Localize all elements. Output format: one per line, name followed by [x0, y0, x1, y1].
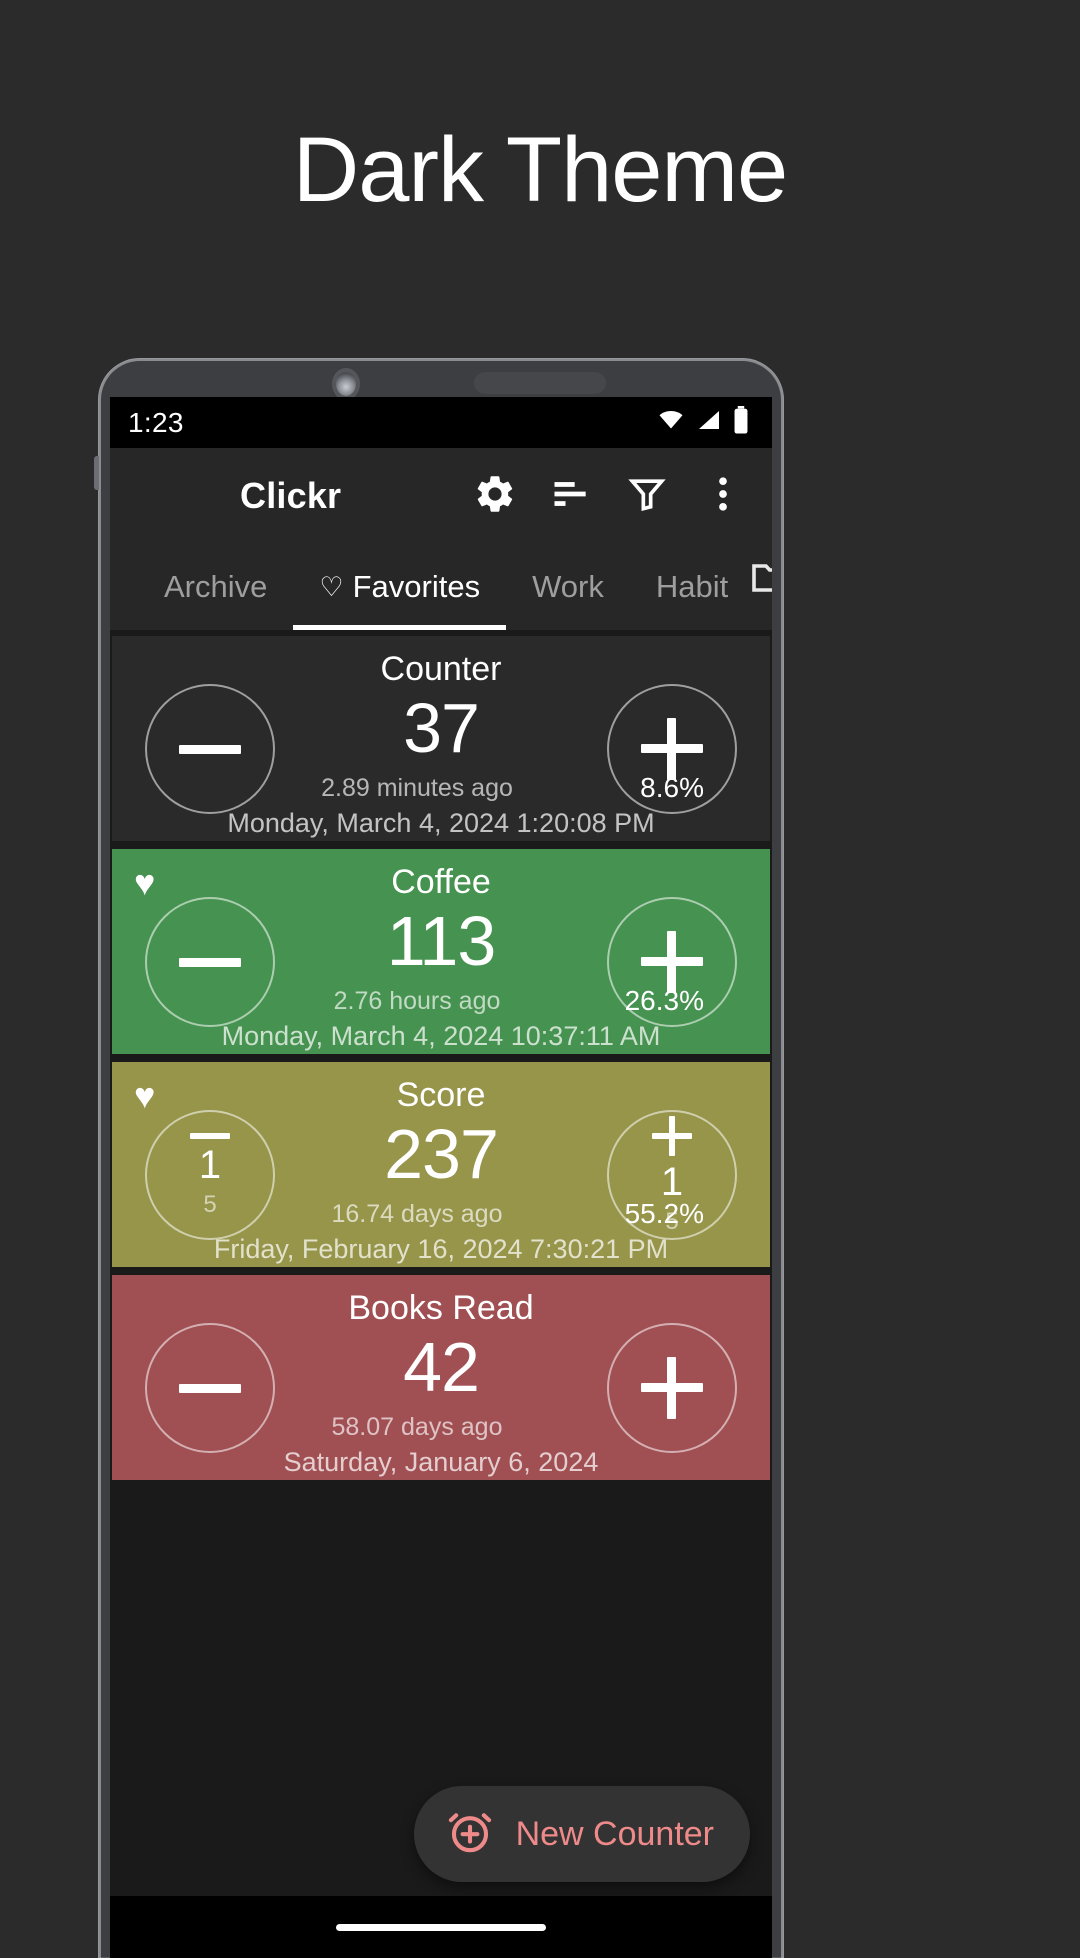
filter-button[interactable]: [624, 473, 670, 519]
sort-icon: [549, 472, 593, 521]
counter-title: Books Read: [348, 1289, 534, 1327]
new-counter-label: New Counter: [515, 1814, 714, 1853]
overflow-menu-button[interactable]: [700, 473, 746, 519]
counter-value: 37: [403, 689, 480, 767]
new-counter-fab[interactable]: New Counter: [413, 1786, 750, 1882]
alarm-plus-icon: [444, 1806, 496, 1863]
counter-elapsed: 16.74 days ago: [331, 1200, 503, 1228]
earpiece-speaker: [474, 372, 606, 394]
phone-side-button: [94, 456, 99, 490]
tab-label: Work: [532, 569, 604, 604]
counter-date: Monday, March 4, 2024 10:37:11 AM: [221, 1021, 661, 1051]
step-size-secondary: 5: [203, 1191, 217, 1218]
counter-card-score[interactable]: ♥ 1 5 1 5 Score 237 16.74 days ago 55.2%…: [112, 1062, 770, 1267]
page-title: Dark Theme: [292, 119, 788, 221]
counter-date: Friday, February 16, 2024 7:30:21 PM: [213, 1234, 669, 1264]
app-bar-actions: [472, 473, 760, 519]
counter-percent: 55.2%: [624, 1198, 704, 1229]
tab-bar: Archive ♡ Favorites Work Habit: [110, 544, 772, 630]
phone-screen: 1:23 Clickr Archive ♡ Favorites Work Hab…: [110, 397, 772, 1958]
cellular-signal-icon: [695, 408, 723, 437]
folder-icon: [748, 553, 772, 606]
phone-mockup: 1:23 Clickr Archive ♡ Favorites Work Hab…: [94, 358, 784, 1958]
tab-label: Habit: [655, 569, 729, 604]
sort-button[interactable]: [548, 473, 594, 519]
more-vertical-icon: [701, 472, 745, 521]
settings-button[interactable]: [472, 473, 518, 519]
home-gesture-pill[interactable]: [336, 1923, 546, 1931]
counter-card-books-read[interactable]: Books Read 42 58.07 days ago Saturday, J…: [112, 1275, 770, 1480]
counter-elapsed: 2.89 minutes ago: [321, 774, 513, 802]
counter-elapsed: 58.07 days ago: [331, 1413, 503, 1441]
status-icons: [656, 406, 750, 439]
tab-work[interactable]: Work: [506, 544, 630, 630]
heart-outline-icon: ♡: [319, 571, 344, 602]
counter-title: Coffee: [391, 863, 491, 901]
wifi-icon: [656, 408, 686, 437]
funnel-icon: [625, 472, 669, 521]
counter-elapsed: 2.76 hours ago: [333, 987, 501, 1015]
counter-title: Score: [396, 1076, 486, 1114]
tab-label: Favorites: [352, 569, 481, 604]
status-time: 1:23: [128, 406, 184, 438]
battery-icon: [732, 406, 750, 439]
tab-label: Archive: [164, 569, 268, 604]
counter-percent: 26.3%: [624, 985, 704, 1016]
counter-percent: 8.6%: [640, 772, 704, 803]
tab-habit[interactable]: Habit: [630, 544, 754, 630]
tab-favorites[interactable]: ♡ Favorites: [293, 544, 506, 630]
system-navigation-bar: [110, 1896, 772, 1958]
counter-card-coffee[interactable]: ♥ Coffee 113 2.76 hours ago 26.3% Monday…: [112, 849, 770, 1054]
app-title: Clickr: [240, 475, 342, 516]
gear-icon: [473, 472, 517, 521]
counter-value: 237: [384, 1115, 499, 1193]
counter-date: Monday, March 4, 2024 1:20:08 PM: [227, 808, 655, 838]
counter-value: 113: [386, 902, 497, 980]
app-bar: Clickr: [110, 448, 772, 544]
folder-button[interactable]: [748, 553, 772, 630]
tab-archive[interactable]: Archive: [138, 544, 293, 630]
counter-title: Counter: [380, 650, 502, 688]
counter-list: Counter 37 2.89 minutes ago 8.6% Monday,…: [110, 630, 772, 1958]
counter-value: 42: [403, 1328, 480, 1406]
front-camera-icon: [336, 372, 356, 396]
status-bar: 1:23: [110, 397, 772, 448]
counter-card-counter[interactable]: Counter 37 2.89 minutes ago 8.6% Monday,…: [112, 636, 770, 841]
counter-date: Saturday, January 6, 2024: [283, 1447, 599, 1477]
